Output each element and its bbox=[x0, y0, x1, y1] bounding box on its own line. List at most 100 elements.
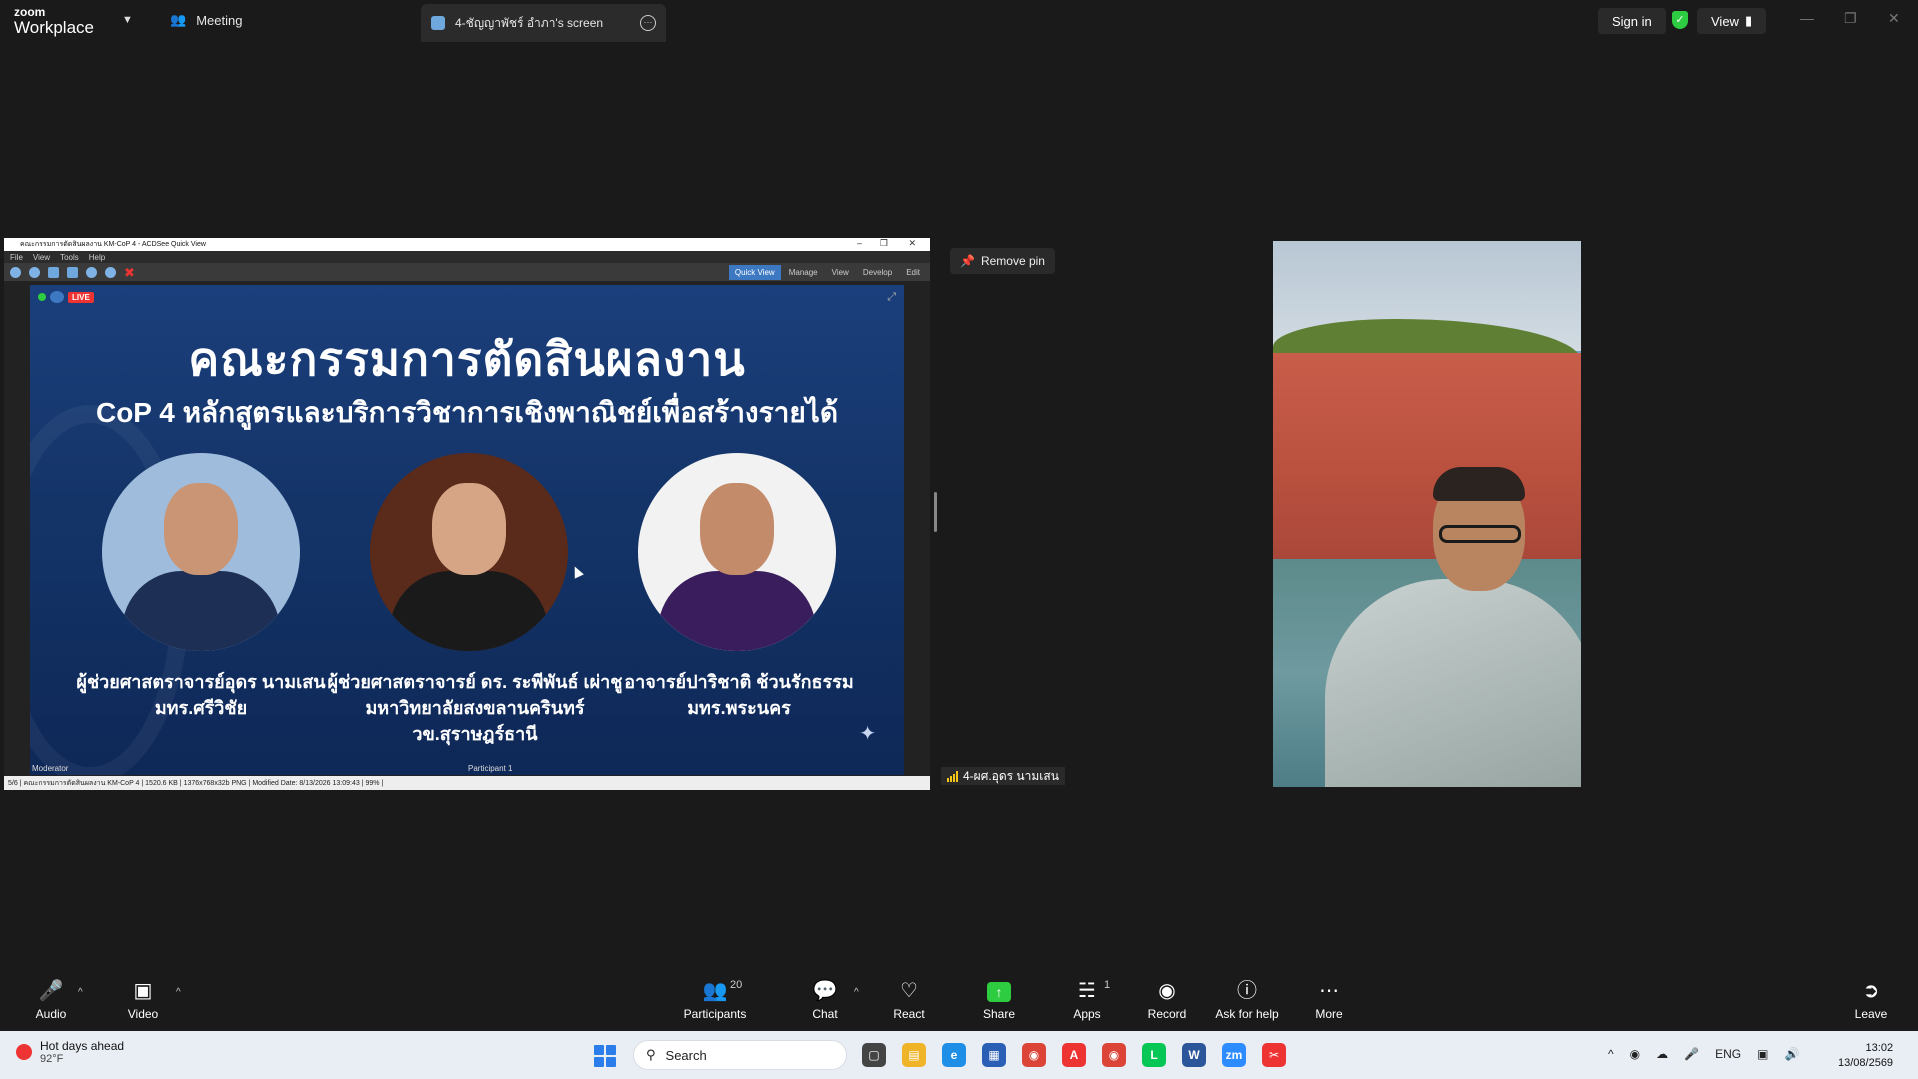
tray-chevron-up-icon[interactable]: ^ bbox=[1608, 1047, 1614, 1061]
sign-in-button[interactable]: Sign in bbox=[1598, 8, 1666, 34]
more-button[interactable]: ⋯ More bbox=[1284, 979, 1374, 1021]
audio-options-chevron-icon[interactable]: ^ bbox=[78, 987, 83, 998]
audio-button[interactable]: 🎤 Audio bbox=[6, 979, 96, 1021]
video-camera-icon: ▣ bbox=[133, 980, 153, 1002]
person-3-affiliation: มทร.พระนคร bbox=[687, 698, 791, 718]
word-icon[interactable]: W bbox=[1182, 1043, 1206, 1067]
remove-pin-button[interactable]: 📌 Remove pin bbox=[950, 248, 1055, 274]
portrait-1-body bbox=[122, 571, 280, 651]
portrait-2-body bbox=[390, 571, 548, 651]
tray-app-icon[interactable]: ◉ bbox=[1630, 1047, 1640, 1061]
screen-share-tab[interactable]: 4-ชัญญาพัชร์ อำภา's screen ··· bbox=[421, 4, 666, 42]
acdsee-close-icon[interactable]: ✕ bbox=[908, 238, 916, 249]
participants-icon: 👥 bbox=[702, 980, 728, 1002]
close-icon[interactable]: ✕ bbox=[1888, 10, 1900, 27]
meeting-tab[interactable]: 👥 Meeting bbox=[170, 12, 242, 28]
status-dot-icon bbox=[38, 293, 46, 301]
delete-icon[interactable]: ✖ bbox=[124, 266, 135, 279]
line-icon[interactable]: L bbox=[1142, 1043, 1166, 1067]
weather-temp: 92°F bbox=[40, 1053, 64, 1065]
menu-tools[interactable]: Tools bbox=[60, 253, 79, 262]
zoom-logo: zoom Workplace bbox=[14, 6, 94, 36]
participants-label: Participants bbox=[683, 1007, 747, 1021]
leave-button[interactable]: ➲ Leave bbox=[1826, 979, 1916, 1021]
weather-title: Hot days ahead bbox=[40, 1039, 125, 1053]
volume-icon[interactable]: 🔊 bbox=[1784, 1047, 1799, 1061]
save-icon[interactable] bbox=[48, 266, 59, 278]
chevron-down-icon[interactable]: ▼ bbox=[122, 14, 133, 26]
microphone-icon[interactable]: 🎤 bbox=[1684, 1047, 1699, 1061]
forward-icon[interactable] bbox=[29, 266, 40, 278]
acrobat-icon[interactable]: A bbox=[1062, 1043, 1086, 1067]
apps-icon: ☵ bbox=[1078, 980, 1096, 1002]
chat-options-chevron-icon[interactable]: ^ bbox=[854, 987, 859, 998]
caption-participant: Participant 1 bbox=[468, 764, 513, 773]
weather-widget[interactable]: Hot days ahead 92°F bbox=[16, 1039, 124, 1065]
more-dots-icon: ⋯ bbox=[1319, 980, 1339, 1002]
taskbar-search[interactable]: ⚲ Search bbox=[633, 1040, 847, 1070]
shield-check-icon[interactable]: ✓ bbox=[1672, 11, 1688, 29]
minimize-icon[interactable]: — bbox=[1800, 10, 1814, 26]
ask-for-help-label: Ask for help bbox=[1215, 1007, 1279, 1021]
video-options-chevron-icon[interactable]: ^ bbox=[176, 987, 181, 998]
zoom-out-icon[interactable] bbox=[105, 266, 116, 278]
chrome-icon[interactable]: ◉ bbox=[1022, 1043, 1046, 1067]
chat-button[interactable]: 💬 Chat bbox=[780, 979, 870, 1021]
file-explorer-icon[interactable]: ▤ bbox=[902, 1043, 926, 1067]
share-button[interactable]: ↑ Share bbox=[954, 979, 1044, 1021]
view-grid-icon: ▮ bbox=[1744, 13, 1753, 28]
taskbar-clock[interactable]: 13:02 13/08/2569 bbox=[1838, 1041, 1893, 1071]
edge-icon[interactable]: e bbox=[942, 1043, 966, 1067]
remove-pin-label: Remove pin bbox=[980, 254, 1045, 268]
back-icon[interactable] bbox=[10, 266, 21, 278]
zoom-titlebar: zoom Workplace ▼ 👥 Meeting 4-ชัญญาพัชร์ … bbox=[0, 0, 1918, 44]
portrait-3-head bbox=[700, 483, 774, 575]
acdsee-titlebar: คณะกรรมการตัดสินผลงาน KM-CoP 4 - ACDSee … bbox=[4, 238, 930, 251]
zoom-app-icon[interactable]: zm bbox=[1222, 1043, 1246, 1067]
video-cliff bbox=[1273, 353, 1581, 563]
participants-button[interactable]: 👥 20 Participants bbox=[670, 979, 760, 1021]
search-icon: ⚲ bbox=[646, 1047, 656, 1062]
onedrive-icon[interactable]: ☁ bbox=[1656, 1047, 1668, 1061]
menu-view[interactable]: View bbox=[33, 253, 50, 262]
restore-icon[interactable]: ❐ bbox=[1844, 10, 1857, 27]
mode-edit[interactable]: Edit bbox=[900, 265, 926, 280]
mode-quick-view[interactable]: Quick View bbox=[728, 265, 781, 280]
mode-manage[interactable]: Manage bbox=[783, 265, 824, 280]
video-person-hair bbox=[1433, 467, 1525, 501]
copy-icon[interactable] bbox=[67, 266, 78, 278]
expand-icon[interactable]: ⤢ bbox=[887, 291, 896, 304]
react-button[interactable]: ♡ React bbox=[864, 979, 954, 1021]
slide-title: คณะกรรมการตัดสินผลงาน bbox=[188, 333, 746, 385]
video-button[interactable]: ▣ Video bbox=[98, 979, 188, 1021]
mode-develop[interactable]: Develop bbox=[857, 265, 898, 280]
view-button[interactable]: View ▮ bbox=[1697, 8, 1767, 34]
portrait-3-body bbox=[658, 571, 816, 651]
acdsee-minimize-icon[interactable]: – bbox=[857, 238, 862, 248]
panel-splitter[interactable] bbox=[934, 492, 937, 532]
zoom-in-icon[interactable] bbox=[86, 266, 97, 278]
language-indicator[interactable]: ENG bbox=[1715, 1047, 1741, 1061]
acdsee-restore-icon[interactable]: ❐ bbox=[880, 238, 888, 249]
heart-icon: ♡ bbox=[900, 980, 918, 1002]
people-icon: 👥 bbox=[170, 12, 187, 27]
chrome-profile-icon[interactable]: ◉ bbox=[1102, 1043, 1126, 1067]
acdsee-statusbar: 5/6 | คณะกรรมการตัดสินผลงาน KM-CoP 4 | 1… bbox=[4, 776, 930, 790]
slide-image: LIVE ⤢ คณะกรรมการตัดสินผลงาน CoP 4 หลักส… bbox=[30, 285, 904, 775]
ask-for-help-button[interactable]: ⓘ Ask for help bbox=[1202, 979, 1292, 1021]
menu-help[interactable]: Help bbox=[89, 253, 105, 262]
help-icon: ⓘ bbox=[1237, 980, 1257, 1002]
record-button[interactable]: ◉ Record bbox=[1122, 979, 1212, 1021]
task-view-icon[interactable]: ▢ bbox=[862, 1043, 886, 1067]
live-indicator: LIVE bbox=[38, 291, 94, 303]
logo-bottom-text: Workplace bbox=[14, 18, 94, 37]
windows-start-icon[interactable] bbox=[594, 1045, 616, 1067]
snipping-tool-icon[interactable]: ✂ bbox=[1262, 1043, 1286, 1067]
menu-file[interactable]: File bbox=[10, 253, 23, 262]
more-icon[interactable]: ··· bbox=[640, 15, 656, 31]
apps-button[interactable]: ☵ 1 Apps bbox=[1042, 979, 1132, 1021]
mode-view[interactable]: View bbox=[826, 265, 855, 280]
participant-video[interactable] bbox=[1273, 241, 1581, 787]
store-icon[interactable]: ▦ bbox=[982, 1043, 1006, 1067]
network-icon[interactable]: ▣ bbox=[1757, 1047, 1768, 1061]
